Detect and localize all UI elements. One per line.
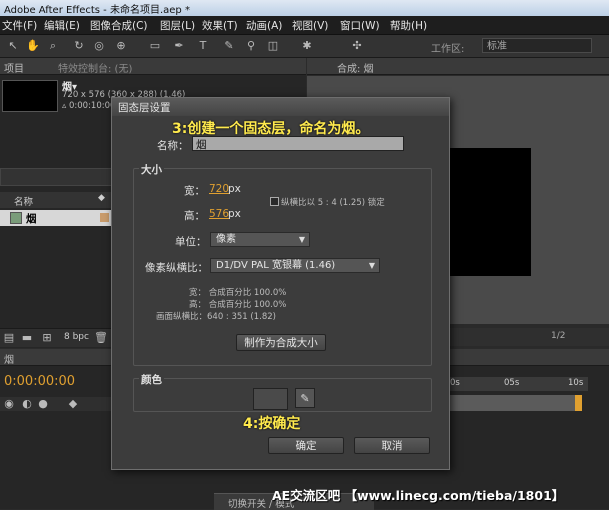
new-folder-icon[interactable]: ▬: [20, 331, 34, 345]
menu-help[interactable]: 帮助(H): [390, 18, 427, 33]
menu-composition[interactable]: 图像合成(C): [90, 18, 148, 33]
composition-tabbar: 合成: 烟: [307, 58, 609, 75]
composition-canvas: [447, 148, 531, 276]
dialog-title: 固态层设置: [118, 102, 171, 114]
dialog-title-bar: 固态层设置: [112, 98, 449, 116]
menu-view[interactable]: 视图(V): [292, 18, 328, 33]
window-title-bar: Adobe After Effects - 未命名项目.aep *: [0, 0, 609, 16]
height-label: 高：: [184, 210, 205, 222]
menu-animation[interactable]: 动画(A): [246, 18, 282, 33]
units-select[interactable]: 像素 ▼: [210, 232, 310, 247]
project-search-input[interactable]: [0, 168, 112, 186]
project-thumbnail: [2, 80, 58, 112]
label-tag-icon: ◆: [98, 193, 105, 203]
color-header: 颜色: [139, 372, 164, 387]
watermark: AE交流区吧 【www.linecg.com/tieba/1801】: [272, 488, 565, 503]
bit-depth[interactable]: 8 bpc: [64, 332, 89, 342]
tick-05s: 05s: [504, 378, 520, 388]
toolbar: ↖ ✋ ⌕ ↻ ◎ ⊕ ▭ ✒ T ✎ ⚲ ◫ ✱ ✣ 工作区: 标准: [0, 35, 609, 58]
width-label: 宽：: [184, 185, 205, 197]
info-width: 宽： 合成百分比 100.0%: [189, 288, 287, 298]
eraser-tool-icon[interactable]: ◫: [266, 39, 280, 53]
info-height: 高： 合成百分比 100.0%: [189, 300, 287, 310]
menu-window[interactable]: 窗口(W): [340, 18, 380, 33]
rectangle-tool-icon[interactable]: ▭: [148, 39, 162, 53]
selection-tool-icon[interactable]: ↖: [6, 39, 20, 53]
workspace-value: 标准: [487, 41, 507, 52]
width-unit: px: [228, 183, 241, 195]
layer-switch-header: ◉ ◐ ● ◆: [0, 397, 112, 411]
project-row-name: 烟: [26, 213, 37, 225]
tab-timeline[interactable]: 烟: [4, 351, 14, 366]
clone-stamp-tool-icon[interactable]: ⚲: [244, 39, 258, 53]
menu-edit[interactable]: 编辑(E): [44, 18, 80, 33]
tab-effect-controls[interactable]: 特效控制台: (无): [58, 60, 132, 75]
annotation-step4: 4:按确定: [243, 416, 301, 432]
size-header: 大小: [139, 162, 164, 177]
eyedropper-icon[interactable]: ✎: [295, 388, 315, 408]
interpret-footage-icon[interactable]: ▤: [2, 331, 16, 345]
window-title: Adobe After Effects - 未命名项目.aep *: [4, 5, 190, 16]
text-tool-icon[interactable]: T: [196, 39, 210, 53]
cancel-button[interactable]: 取消: [354, 437, 430, 454]
lock-ratio-label: 纵横比以 5 : 4 (1.25) 锁定: [281, 198, 385, 208]
audio-icon[interactable]: ◐: [20, 397, 34, 411]
chevron-down-icon: ▼: [368, 261, 375, 270]
ok-button[interactable]: 确定: [268, 437, 344, 454]
info-frame-aspect: 画面纵横比：640 : 351 (1.82): [156, 312, 276, 322]
menu-bar: 文件(F) 编辑(E) 图像合成(C) 图层(L) 效果(T) 动画(A) 视图…: [0, 16, 609, 35]
lock-ratio-checkbox[interactable]: [270, 197, 279, 206]
pen-tool-icon[interactable]: ✒: [172, 39, 186, 53]
tab-project[interactable]: 项目: [4, 60, 24, 75]
name-input-value: 烟: [196, 139, 207, 151]
pixel-aspect-select[interactable]: D1/DV PAL 宽银幕 (1.46) ▼: [210, 258, 380, 273]
composition-icon: [10, 212, 22, 224]
time-ruler[interactable]: 0s 05s 10s: [448, 377, 588, 391]
camera-tool-icon[interactable]: ◎: [92, 39, 106, 53]
solo-icon[interactable]: ●: [36, 397, 50, 411]
zoom-tool-icon[interactable]: ⌕: [46, 39, 60, 53]
menu-effect[interactable]: 效果(T): [202, 18, 238, 33]
timecode[interactable]: 0:00:00:00: [4, 374, 75, 389]
height-unit: px: [228, 208, 241, 220]
new-composition-icon[interactable]: ⊞: [40, 331, 54, 345]
name-label: 名称：: [157, 140, 189, 152]
rotate-tool-icon[interactable]: ↻: [72, 39, 86, 53]
brush-tool-icon[interactable]: ✎: [222, 39, 236, 53]
hand-tool-icon[interactable]: ✋: [26, 39, 40, 53]
axis-icon: ✣: [352, 39, 362, 52]
workspace-label: 工作区:: [431, 44, 465, 55]
width-value[interactable]: 720: [209, 183, 229, 195]
puppet-tool-icon[interactable]: ✱: [300, 39, 314, 53]
label-tag-icon: ◆: [68, 397, 78, 410]
project-column-header: 名称 ◆: [0, 192, 112, 208]
workspace-select[interactable]: 标准: [482, 38, 592, 53]
name-input[interactable]: 烟: [192, 136, 404, 151]
height-value[interactable]: 576: [209, 208, 229, 220]
annotation-step3: 3:创建一个固态层，命名为烟。: [172, 121, 370, 137]
pixel-aspect-label: 像素纵横比：: [145, 262, 208, 274]
pixel-aspect-value: D1/DV PAL 宽银幕 (1.46): [216, 260, 336, 271]
color-swatch[interactable]: [253, 388, 288, 410]
make-comp-size-button[interactable]: 制作为合成大小: [236, 334, 326, 351]
eye-icon[interactable]: ◉: [2, 397, 16, 411]
menu-file[interactable]: 文件(F): [2, 18, 37, 33]
pan-behind-tool-icon[interactable]: ⊕: [114, 39, 128, 53]
chevron-down-icon: ▼: [298, 235, 305, 244]
units-select-value: 像素: [216, 234, 236, 245]
label-color-swatch: [100, 213, 109, 222]
tick-0s: 0s: [450, 378, 460, 388]
tick-10s: 10s: [568, 378, 584, 388]
project-tabbar: 项目 特效控制台: (无): [0, 58, 306, 75]
layer-duration-bar[interactable]: [448, 395, 582, 411]
delete-icon[interactable]: 🗑: [94, 331, 108, 345]
tab-composition[interactable]: 合成: 烟: [337, 60, 374, 75]
project-row[interactable]: 烟: [0, 210, 112, 226]
work-area-end[interactable]: [575, 395, 582, 411]
column-name[interactable]: 名称: [14, 194, 33, 208]
units-label: 单位：: [175, 236, 207, 248]
menu-layer[interactable]: 图层(L): [160, 18, 195, 33]
resolution-select[interactable]: 1/2: [551, 331, 565, 341]
